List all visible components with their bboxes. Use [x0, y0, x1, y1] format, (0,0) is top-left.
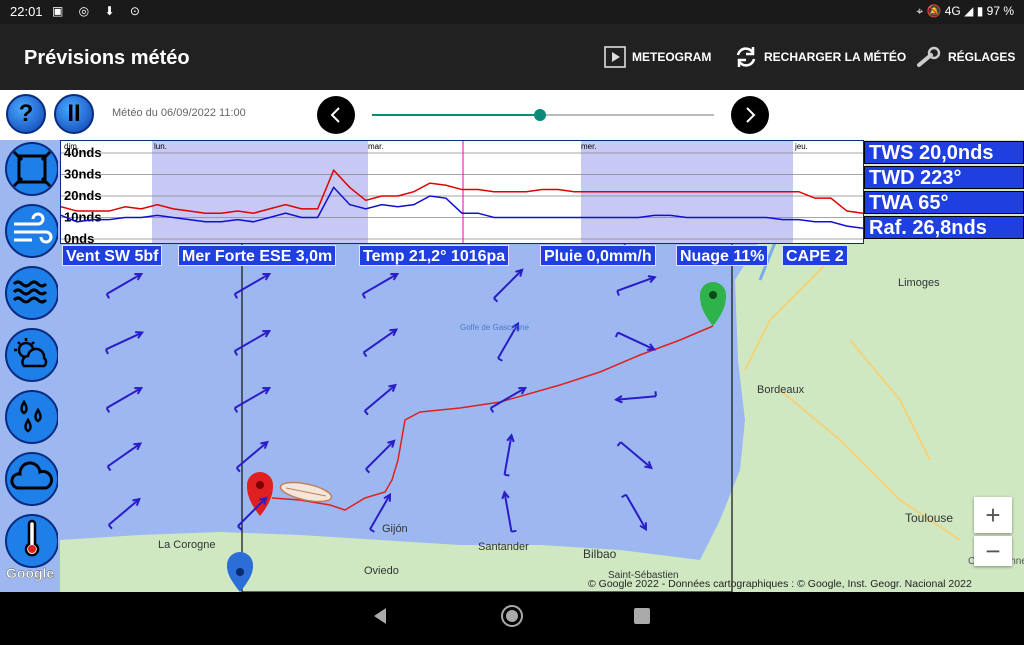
- cloud-layer-button[interactable]: [2, 450, 58, 508]
- previous-button[interactable]: [317, 96, 355, 134]
- battery-icon: ▮: [977, 4, 984, 18]
- signal-icon: ◢: [964, 4, 973, 18]
- chip-rain: Pluie 0,0mm/h: [540, 245, 656, 266]
- day-label: mar.: [368, 142, 384, 151]
- recents-icon: [634, 608, 650, 624]
- chip-sea: Mer Forte ESE 3,0m: [178, 245, 336, 266]
- chip-wind: Vent SW 5bf: [62, 245, 162, 266]
- map-label-limoges: Limoges: [898, 277, 940, 289]
- meteogram-chart: 40nds30nds20nds10nds0ndsdim.lun.mar.mer.…: [60, 140, 864, 244]
- chip-cloud: Nuage 11%: [676, 245, 768, 266]
- day-band: [793, 141, 863, 243]
- chip-cape: CAPE 2: [782, 245, 848, 266]
- wrench-icon: [916, 46, 942, 68]
- routing-icon: [2, 140, 58, 198]
- wind-arrow-barb: [505, 475, 510, 476]
- next-button[interactable]: [731, 96, 769, 134]
- map-label-toulouse: Toulouse: [905, 511, 953, 525]
- map-label-bordeaux: Bordeaux: [757, 384, 805, 396]
- day-label: mer.: [581, 142, 597, 151]
- waves-layer-button[interactable]: [2, 264, 58, 322]
- stat-twd: TWD 223°: [864, 166, 1024, 189]
- status-bar: 22:01 ▣ ◎ ⬇ ⊙ ⌖ 🔕 4G ◢ ▮ 97 %: [0, 0, 1024, 24]
- back-icon: [374, 608, 386, 624]
- system-nav-bar: [0, 592, 1024, 640]
- meteogram-svg: 40nds30nds20nds10nds0ndsdim.lun.mar.mer.…: [61, 141, 863, 243]
- reload-weather-button[interactable]: RECHARGER LA MÉTÉO: [734, 44, 906, 70]
- map-label-gulf: Golfe de Gascogne: [460, 323, 529, 332]
- mute-icon: 🔕: [926, 4, 941, 18]
- status-time: 22:01: [10, 4, 43, 19]
- day-band: [152, 141, 368, 243]
- day-label: dim.: [64, 142, 79, 151]
- help-icon: ?: [19, 100, 34, 128]
- timeline-thumb[interactable]: [534, 109, 546, 121]
- help-button[interactable]: ?: [6, 94, 46, 134]
- wind-layer-button[interactable]: [2, 202, 58, 260]
- map-attribution: © Google 2022 - Données cartographiques …: [588, 578, 972, 590]
- meteogram-label: METEOGRAM: [632, 50, 711, 64]
- pause-button[interactable]: II: [54, 94, 94, 134]
- map-label-bilbao: Bilbao: [583, 547, 617, 561]
- notification-icons: ▣ ◎ ⬇ ⊙: [52, 4, 146, 18]
- refresh-icon: [734, 45, 758, 69]
- stat-tws: TWS 20,0nds: [864, 141, 1024, 164]
- map-label-santander: Santander: [478, 541, 529, 553]
- day-label: lun.: [154, 142, 167, 151]
- timeline-slider[interactable]: [372, 114, 714, 116]
- chip-temp: Temp 21,2° 1016pa: [359, 245, 509, 266]
- cloud-icon: [2, 450, 58, 508]
- map-label-gijon: Gijón: [382, 523, 408, 535]
- weather-date-label: Météo du 06/09/2022 11:00: [112, 107, 246, 119]
- routing-layer-button[interactable]: [2, 140, 58, 198]
- sun-cloud-layer-button[interactable]: [2, 326, 58, 384]
- network-label: 4G: [945, 4, 961, 18]
- settings-button[interactable]: RÉGLAGES: [916, 44, 1015, 70]
- page-title: Prévisions météo: [24, 47, 190, 70]
- zoom-in-button[interactable]: +: [974, 497, 1012, 533]
- wind-icon: [2, 202, 58, 260]
- chevron-right-icon: [743, 106, 757, 124]
- temperature-layer-button[interactable]: [2, 512, 58, 570]
- zoom-out-button[interactable]: −: [974, 536, 1012, 566]
- y-tick-label: 0nds: [64, 231, 94, 243]
- status-right: ⌖ 🔕 4G ◢ ▮ 97 %: [916, 4, 1014, 19]
- rain-drops-icon: [2, 388, 58, 446]
- thermometer-icon: [2, 512, 58, 570]
- reload-label: RECHARGER LA MÉTÉO: [764, 50, 906, 64]
- forecast-toolbar: ? II Météo du 06/09/2022 11:00: [0, 90, 1024, 140]
- meteogram-button[interactable]: METEOGRAM: [604, 44, 711, 70]
- play-icon: [604, 46, 626, 68]
- sun-cloud-icon: [2, 326, 58, 384]
- day-label: jeu.: [794, 142, 808, 151]
- timeline-fill: [372, 114, 540, 116]
- app-bar: Prévisions météo METEOGRAM RECHARGER LA …: [0, 24, 1024, 90]
- day-band: [368, 141, 581, 243]
- waves-icon: [2, 264, 58, 322]
- y-tick-label: 30nds: [64, 167, 102, 182]
- map-label-oviedo: Oviedo: [364, 565, 399, 577]
- rain-layer-button[interactable]: [2, 388, 58, 446]
- settings-label: RÉGLAGES: [948, 50, 1015, 64]
- wind-arrow-barb: [511, 531, 516, 532]
- stat-twa: TWA 65°: [864, 191, 1024, 214]
- chevron-left-icon: [329, 106, 343, 124]
- stat-gusts: Raf. 26,8nds: [864, 216, 1024, 239]
- pause-icon: II: [67, 100, 80, 128]
- battery-label: 97 %: [987, 4, 1014, 18]
- y-tick-label: 20nds: [64, 188, 102, 203]
- location-icon: ⌖: [916, 4, 923, 18]
- map-label-la-corogne: La Corogne: [158, 539, 216, 551]
